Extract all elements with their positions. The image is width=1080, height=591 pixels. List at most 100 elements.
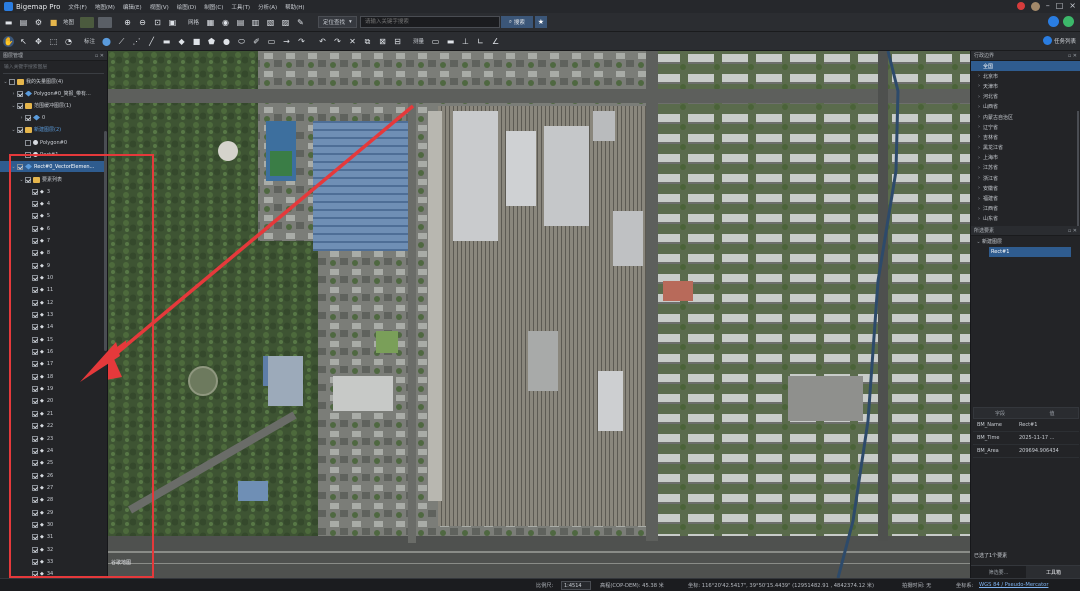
feature-panel-controls-icon[interactable]: ▫ ✕ <box>1068 228 1077 234</box>
pan-hand-icon[interactable]: ✋ <box>3 35 14 47</box>
point-marker-icon[interactable]: ⬤ <box>101 36 112 47</box>
layer-checkbox[interactable] <box>25 151 31 158</box>
copy-icon[interactable]: ⧉ <box>362 36 373 47</box>
basemap-thumbnail-icon[interactable] <box>80 16 95 28</box>
feature-checkbox[interactable] <box>32 373 38 380</box>
menu-help[interactable]: 帮助(H) <box>285 3 304 11</box>
task-list-button[interactable]: 任务列表 <box>1042 36 1076 45</box>
feature-checkbox[interactable] <box>32 188 38 195</box>
list-item[interactable]: ◆ 31 <box>0 532 106 543</box>
polyline-icon[interactable]: ⟋ <box>116 36 127 47</box>
tag-label[interactable]: 标注 <box>84 37 95 45</box>
map-canvas[interactable]: 谷歌地图 <box>108 51 970 578</box>
region-item[interactable]: › 北京市 <box>971 71 1080 81</box>
new-file-icon[interactable]: ▤ <box>18 17 29 28</box>
chevron-icon[interactable]: ⌄ <box>18 177 25 183</box>
feature-checkbox[interactable] <box>32 250 38 257</box>
layer-checkbox[interactable] <box>17 90 23 97</box>
list-item[interactable]: ◆ 24 <box>0 445 106 456</box>
list-item[interactable]: ◆ 9 <box>0 260 106 271</box>
globe-icon[interactable]: ◉ <box>220 17 231 28</box>
measure-height-icon[interactable]: ⊥ <box>460 36 471 47</box>
region-scrollbar[interactable] <box>1077 111 1079 231</box>
search-button[interactable]: ⌕ 搜索 <box>500 16 533 28</box>
select-arrow-icon[interactable]: ↖ <box>18 36 29 47</box>
chevron-right-icon[interactable]: › <box>975 175 983 181</box>
table-row[interactable]: BM_Time 2025-11-17 ... <box>973 432 1079 445</box>
chevron-right-icon[interactable]: › <box>975 155 983 161</box>
feature-checkbox[interactable] <box>32 213 38 220</box>
delete-icon[interactable]: ✕ <box>347 36 358 47</box>
region-item[interactable]: › 浙江省 <box>971 173 1080 183</box>
menu-tools[interactable]: 工具(T) <box>231 3 250 11</box>
menu-draw[interactable]: 绘图(D) <box>177 3 197 11</box>
feature-checkbox[interactable] <box>32 262 38 269</box>
layer-group-features[interactable]: ⌄ 要素列表 <box>0 174 106 185</box>
chevron-right-icon[interactable]: › <box>975 206 983 212</box>
feature-checkbox[interactable] <box>32 571 38 578</box>
layer-checkbox[interactable] <box>25 114 31 121</box>
list-item[interactable]: ◆ 3 <box>0 186 106 197</box>
region-item[interactable]: › 山东省 <box>971 214 1080 224</box>
table-row[interactable]: BM_Name Rect#1 <box>973 419 1079 432</box>
layer-checkbox[interactable] <box>25 176 31 183</box>
region-item[interactable]: › 内蒙古自治区 <box>971 112 1080 122</box>
feature-checkbox[interactable] <box>32 509 38 516</box>
feature-checkbox[interactable] <box>32 410 38 417</box>
list-item[interactable]: ◆ 26 <box>0 470 106 481</box>
measure-angle-icon[interactable]: ∟ <box>475 36 486 47</box>
list-item[interactable]: ◆ 23 <box>0 433 106 444</box>
chevron-right-icon[interactable]: › <box>975 196 983 202</box>
chevron-icon[interactable]: › <box>10 91 17 97</box>
feature-checkbox[interactable] <box>32 299 38 306</box>
tab-toolbox[interactable]: 工具箱 <box>1026 566 1080 578</box>
region-panel-controls-icon[interactable]: ▫ ✕ <box>1068 53 1077 59</box>
tab-filter[interactable]: 筛选要... <box>971 566 1026 578</box>
zoom-in-icon[interactable]: ⊕ <box>122 17 133 28</box>
chevron-right-icon[interactable]: › <box>975 145 983 151</box>
chevron-right-icon[interactable]: › <box>975 165 983 171</box>
split-icon[interactable]: ⊟ <box>392 36 403 47</box>
crs-link[interactable]: WGS 84 / Pseudo-Mercator <box>979 582 1048 588</box>
export-icon[interactable]: ▨ <box>280 17 291 28</box>
measure-length-icon[interactable]: ▬ <box>445 36 456 47</box>
list-item[interactable]: ◆ 33 <box>0 557 106 568</box>
region-item[interactable]: 全国 <box>971 61 1080 72</box>
flag-icon[interactable] <box>1016 2 1025 10</box>
dashed-line-icon[interactable]: ⋰ <box>131 36 142 47</box>
layer-item-buffer[interactable]: › 0 <box>0 112 106 123</box>
snap-icon[interactable]: ⊠ <box>377 36 388 47</box>
feature-checkbox[interactable] <box>32 398 38 405</box>
measure-area-icon[interactable]: ▭ <box>430 36 441 47</box>
feature-checkbox[interactable] <box>32 386 38 393</box>
feature-checkbox[interactable] <box>32 484 38 491</box>
menu-edit[interactable]: 编辑(E) <box>123 3 142 11</box>
layer-group-new[interactable]: ⌄ 新建图层(2) <box>0 124 106 135</box>
region-item[interactable]: › 辽宁省 <box>971 122 1080 132</box>
list-item[interactable]: ◆ 11 <box>0 285 106 296</box>
close-icon[interactable]: × <box>1069 1 1076 11</box>
avatar[interactable] <box>1030 1 1040 11</box>
settings-icon[interactable]: ⚙ <box>33 17 44 28</box>
feature-group-row[interactable]: ⌄ 新建图层 <box>971 236 1080 247</box>
list-item[interactable]: ◆ 13 <box>0 310 106 321</box>
feature-checkbox[interactable] <box>32 200 38 207</box>
menu-analysis[interactable]: 分析(A) <box>258 3 277 11</box>
list-item[interactable]: ◆ 7 <box>0 235 106 246</box>
layer-group-root[interactable]: ⌄ 我的矢量图层(4) <box>0 76 106 87</box>
layer-checkbox[interactable] <box>9 78 15 85</box>
chevron-right-icon[interactable]: › <box>975 73 983 79</box>
list-item[interactable]: ◆ 27 <box>0 482 106 493</box>
locate-dropdown[interactable]: 定位查找 ▾ <box>318 16 357 28</box>
feature-checkbox[interactable] <box>32 225 38 232</box>
chevron-right-icon[interactable]: › <box>975 104 983 110</box>
chevron-right-icon[interactable]: › <box>975 124 983 130</box>
feature-checkbox[interactable] <box>32 274 38 281</box>
line-icon[interactable]: ╱ <box>146 36 157 47</box>
maximize-icon[interactable]: □ <box>1056 1 1064 11</box>
chevron-icon[interactable]: ⌄ <box>10 103 17 109</box>
feature-checkbox[interactable] <box>32 447 38 454</box>
feature-checkbox[interactable] <box>32 521 38 528</box>
feature-checkbox[interactable] <box>32 472 38 479</box>
layer-checkbox[interactable] <box>25 139 31 146</box>
